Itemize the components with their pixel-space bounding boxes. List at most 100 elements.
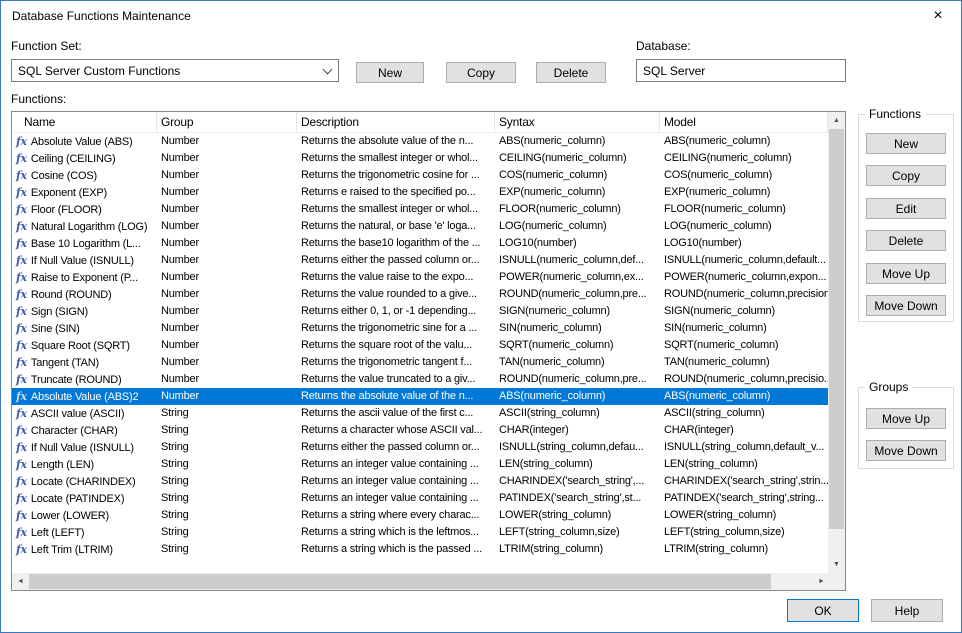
cell-model: SIN(numeric_column) (660, 320, 828, 337)
table-row[interactable]: fxCosine (COS)NumberReturns the trigonom… (12, 167, 828, 184)
cell-model: ROUND(numeric_column,precisio... (660, 371, 828, 388)
function-delete-button[interactable]: Delete (866, 230, 946, 251)
cell-syntax: LOG(numeric_column) (495, 218, 660, 235)
cell-group: Number (157, 150, 297, 167)
cell-syntax: ISNULL(numeric_column,def... (495, 252, 660, 269)
function-move-down-button[interactable]: Move Down (866, 295, 946, 316)
table-row[interactable]: fxNatural Logarithm (LOG)NumberReturns t… (12, 218, 828, 235)
cell-group: Number (157, 388, 297, 405)
delete-function-set-button[interactable]: Delete (536, 62, 606, 83)
table-row[interactable]: fxFloor (FLOOR)NumberReturns the smalles… (12, 201, 828, 218)
table-row[interactable]: fxCharacter (CHAR)StringReturns a charac… (12, 422, 828, 439)
cell-model: LEN(string_column) (660, 456, 828, 473)
function-name: ASCII value (ASCII) (31, 408, 124, 420)
table-row[interactable]: fxTruncate (ROUND)NumberReturns the valu… (12, 371, 828, 388)
scroll-left-icon[interactable]: ◄ (12, 573, 29, 590)
column-header-syntax[interactable]: Syntax (495, 112, 660, 132)
database-value: SQL Server (643, 64, 705, 78)
cell-name: fxCosine (COS) (12, 167, 157, 184)
column-header-name[interactable]: Name (12, 112, 157, 132)
table-row[interactable]: fxLeft (LEFT)StringReturns a string whic… (12, 524, 828, 541)
table-row[interactable]: fxTangent (TAN)NumberReturns the trigono… (12, 354, 828, 371)
function-name: Left Trim (LTRIM) (31, 544, 113, 556)
cell-name: fxExponent (EXP) (12, 184, 157, 201)
table-row[interactable]: fxRound (ROUND)NumberReturns the value r… (12, 286, 828, 303)
function-edit-button[interactable]: Edit (866, 198, 946, 219)
table-row[interactable]: fxCeiling (CEILING)NumberReturns the sma… (12, 150, 828, 167)
window-title: Database Functions Maintenance (12, 9, 191, 23)
function-move-up-button[interactable]: Move Up (866, 263, 946, 284)
cell-group: String (157, 473, 297, 490)
cell-name: fxAbsolute Value (ABS) (12, 133, 157, 150)
cell-name: fxLower (LOWER) (12, 507, 157, 524)
column-header-group[interactable]: Group (157, 112, 297, 132)
cell-name: fxLocate (CHARINDEX) (12, 473, 157, 490)
function-new-button[interactable]: New (866, 133, 946, 154)
function-copy-button[interactable]: Copy (866, 165, 946, 186)
function-icon: fx (16, 169, 27, 182)
cell-group: Number (157, 252, 297, 269)
cell-description: Returns the ascii value of the first c..… (297, 405, 495, 422)
table-row[interactable]: fxLocate (CHARINDEX)StringReturns an int… (12, 473, 828, 490)
function-name: Character (CHAR) (31, 425, 118, 437)
horizontal-scrollbar[interactable]: ◄ ► (12, 573, 830, 590)
table-row[interactable]: fxLeft Trim (LTRIM)StringReturns a strin… (12, 541, 828, 558)
cell-model: EXP(numeric_column) (660, 184, 828, 201)
cell-model: ABS(numeric_column) (660, 133, 828, 150)
table-row[interactable]: fxLength (LEN)StringReturns an integer v… (12, 456, 828, 473)
cell-group: Number (157, 218, 297, 235)
functions-group-box: Functions New Copy Edit Delete Move Up M… (858, 114, 954, 322)
column-header-description[interactable]: Description (297, 112, 495, 132)
function-icon: fx (16, 203, 27, 216)
cell-description: Returns the absolute value of the n... (297, 388, 495, 405)
function-name: Floor (FLOOR) (31, 204, 102, 216)
table-row[interactable]: fxAbsolute Value (ABS)NumberReturns the … (12, 133, 828, 150)
table-row[interactable]: fxSign (SIGN)NumberReturns either 0, 1, … (12, 303, 828, 320)
function-icon: fx (16, 339, 27, 352)
cell-name: fxAbsolute Value (ABS)2 (12, 388, 157, 405)
function-name: Base 10 Logarithm (L... (31, 238, 141, 250)
cell-model: ASCII(string_column) (660, 405, 828, 422)
group-move-up-button[interactable]: Move Up (866, 408, 946, 429)
help-button[interactable]: Help (871, 599, 943, 622)
function-icon: fx (16, 458, 27, 471)
scroll-up-icon[interactable]: ▲ (828, 112, 845, 129)
copy-function-set-button[interactable]: Copy (446, 62, 516, 83)
function-icon: fx (16, 237, 27, 250)
close-icon[interactable]: × (915, 1, 961, 31)
cell-name: fxSine (SIN) (12, 320, 157, 337)
table-row[interactable]: fxIf Null Value (ISNULL)StringReturns ei… (12, 439, 828, 456)
table-row[interactable]: fxLower (LOWER)StringReturns a string wh… (12, 507, 828, 524)
horizontal-scroll-thumb[interactable] (29, 574, 771, 589)
cell-name: fxTangent (TAN) (12, 354, 157, 371)
column-header-model[interactable]: Model (660, 112, 828, 132)
cell-model: ROUND(numeric_column,precision) (660, 286, 828, 303)
table-row[interactable]: fxBase 10 Logarithm (L...NumberReturns t… (12, 235, 828, 252)
table-row[interactable]: fxSquare Root (SQRT)NumberReturns the sq… (12, 337, 828, 354)
function-name: If Null Value (ISNULL) (31, 255, 134, 267)
cell-model: LOG10(number) (660, 235, 828, 252)
database-field[interactable]: SQL Server (636, 59, 846, 82)
cell-syntax: ABS(numeric_column) (495, 388, 660, 405)
table-row[interactable]: fxIf Null Value (ISNULL)NumberReturns ei… (12, 252, 828, 269)
scroll-down-icon[interactable]: ▼ (828, 556, 845, 573)
table-row[interactable]: fxASCII value (ASCII)StringReturns the a… (12, 405, 828, 422)
functions-label: Functions: (11, 92, 66, 106)
cell-group: String (157, 541, 297, 558)
table-row[interactable]: fxLocate (PATINDEX)StringReturns an inte… (12, 490, 828, 507)
table-row[interactable]: fxRaise to Exponent (P...NumberReturns t… (12, 269, 828, 286)
function-name: Ceiling (CEILING) (31, 153, 116, 165)
vertical-scroll-thumb[interactable] (829, 129, 844, 529)
cell-description: Returns a string which is the passed ... (297, 541, 495, 558)
cell-description: Returns the trigonometric tangent f... (297, 354, 495, 371)
ok-button[interactable]: OK (787, 599, 859, 622)
vertical-scrollbar[interactable]: ▲ ▼ (828, 112, 845, 573)
table-row[interactable]: fxExponent (EXP)NumberReturns e raised t… (12, 184, 828, 201)
function-set-dropdown[interactable]: SQL Server Custom Functions (11, 59, 339, 82)
table-row[interactable]: fxAbsolute Value (ABS)2NumberReturns the… (12, 388, 828, 405)
new-function-set-button[interactable]: New (356, 62, 424, 83)
cell-name: fxTruncate (ROUND) (12, 371, 157, 388)
group-move-down-button[interactable]: Move Down (866, 440, 946, 461)
function-name: Round (ROUND) (31, 289, 112, 301)
table-row[interactable]: fxSine (SIN)NumberReturns the trigonomet… (12, 320, 828, 337)
